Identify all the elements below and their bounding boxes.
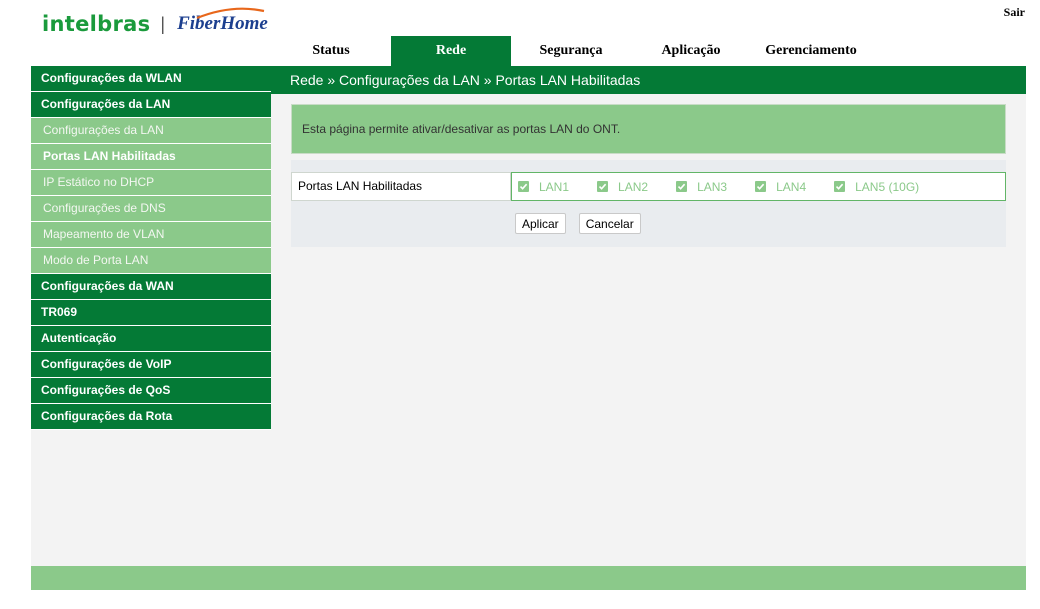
sidebar-item-authentication[interactable]: Autenticação [31,326,271,352]
tab-aplicacao[interactable]: Aplicação [631,36,751,66]
fiberhome-swoosh-icon [196,7,265,20]
tab-seguranca[interactable]: Segurança [511,36,631,66]
info-message: Esta página permite ativar/desativar as … [291,104,1006,154]
sidebar-subitem-lan-config[interactable]: Configurações da LAN [31,118,271,144]
sidebar-item-wlan-config[interactable]: Configurações da WLAN [31,66,271,92]
fiberhome-logo: FiberHome [177,7,268,35]
port-lan1-checkbox[interactable]: LAN1 [518,180,569,194]
checkbox-checked-icon[interactable] [834,181,846,192]
checkbox-checked-icon[interactable] [755,181,767,192]
logo-separator: | [160,13,166,34]
tab-gerenciamento[interactable]: Gerenciamento [751,36,871,66]
checkbox-checked-icon[interactable] [597,181,609,192]
ports-row: Portas LAN Habilitadas LAN1 LAN2 LAN3 LA… [291,172,1006,201]
port-label: LAN4 [776,179,807,194]
tab-status[interactable]: Status [271,36,391,66]
sidebar-subitem-dns-config[interactable]: Configurações de DNS [31,196,271,222]
sidebar-subitem-vlan-mapping[interactable]: Mapeamento de VLAN [31,222,271,248]
ports-field-label: Portas LAN Habilitadas [291,172,511,201]
port-label: LAN2 [618,179,649,194]
port-lan4-checkbox[interactable]: LAN4 [755,180,806,194]
sidebar-subitem-dhcp-static-ip[interactable]: IP Estático no DHCP [31,170,271,196]
breadcrumb: Rede » Configurações da LAN » Portas LAN… [271,66,1026,94]
tab-rede[interactable]: Rede [391,36,511,66]
form-buttons: Aplicar Cancelar [515,213,654,234]
top-navigation: Status Rede Segurança Aplicação Gerencia… [271,36,871,66]
sidebar-item-qos-config[interactable]: Configurações de QoS [31,378,271,404]
intelbras-logo-text: intelbras [42,12,151,36]
sidebar: Configurações da WLAN Configurações da L… [31,66,271,566]
port-label: LAN5 (10G) [855,179,920,194]
port-lan5-checkbox[interactable]: LAN5 (10G) [834,180,919,194]
sidebar-item-wan-config[interactable]: Configurações da WAN [31,274,271,300]
apply-button[interactable]: Aplicar [515,213,566,234]
sidebar-item-tr069[interactable]: TR069 [31,300,271,326]
sidebar-item-route-config[interactable]: Configurações da Rota [31,404,271,430]
footer-bar [31,566,1026,590]
checkbox-checked-icon[interactable] [676,181,688,192]
port-label: LAN1 [539,179,570,194]
checkbox-checked-icon[interactable] [518,181,529,192]
port-lan2-checkbox[interactable]: LAN2 [597,180,648,194]
ports-checkbox-group: LAN1 LAN2 LAN3 LAN4 LAN5 (10G) [511,172,1006,201]
logout-link[interactable]: Sair [1004,5,1025,20]
sidebar-item-voip-config[interactable]: Configurações de VoIP [31,352,271,378]
sidebar-subitem-lan-port-mode[interactable]: Modo de Porta LAN [31,248,271,274]
cancel-button[interactable]: Cancelar [578,213,641,234]
sidebar-item-lan-config[interactable]: Configurações da LAN [31,92,271,118]
port-lan3-checkbox[interactable]: LAN3 [676,180,727,194]
port-label: LAN3 [697,179,728,194]
brand-logo: intelbras | FiberHome [42,7,268,40]
sidebar-subitem-lan-ports-enabled[interactable]: Portas LAN Habilitadas [31,144,271,170]
